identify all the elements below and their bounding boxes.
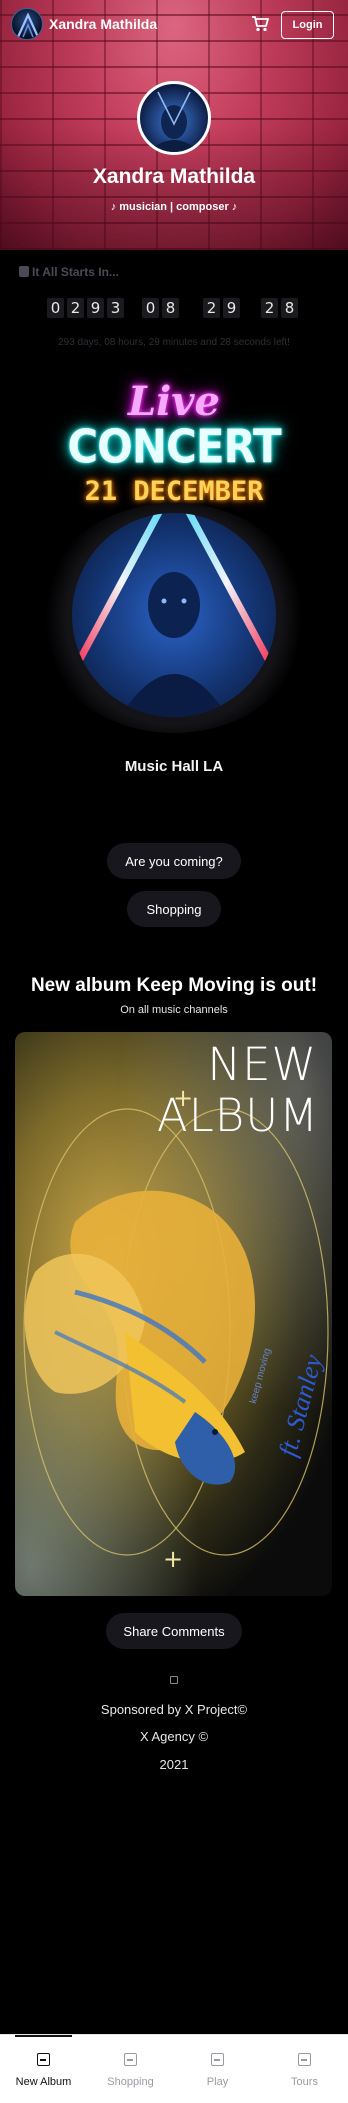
poster-live-text: Live [127,378,220,425]
countdown-digit: 3 [107,298,124,318]
cart-icon[interactable] [251,16,269,32]
hero-banner: Xandra Mathilda Login Xandra Mathilda ♪ … [0,0,348,250]
play-icon [211,2053,224,2066]
footer-sponsor: Sponsored by X Project© [100,1702,248,1717]
footer-year: 2021 [159,1757,189,1772]
shopping-button[interactable]: Shopping [127,891,221,927]
album-cover: + + NEW ALBUM keep moving ft. Stanley [15,1032,332,1596]
footer-agency: X Agency © [139,1729,209,1744]
countdown-digit: 8 [162,298,179,318]
countdown-digit: 0 [47,298,64,318]
poster-concert-text: CONCERT [67,419,281,474]
concert-poster: Live CONCERT 21 DECEMBER [34,368,314,733]
countdown-title: It All Starts In... [19,265,119,279]
nav-item-tours[interactable]: Tours [261,2035,348,2103]
artist-name: Xandra Mathilda [92,165,256,188]
nav-label: Shopping [107,2076,154,2088]
album-icon [37,2053,50,2066]
cover-new-text: NEW [207,1038,317,1091]
countdown-title-text: It All Starts In... [32,265,119,279]
cover-album-text: ALBUM [156,1089,319,1142]
top-bar: Xandra Mathilda Login [0,0,348,50]
countdown-digits: 0 2 9 3 0 8 2 9 2 8 [0,298,348,318]
svg-text:+: + [163,1545,183,1573]
artist-role: ♪ musician | composer ♪ [110,201,238,213]
login-button[interactable]: Login [281,11,334,39]
poster-portrait [72,513,276,717]
are-you-coming-button[interactable]: Are you coming? [107,843,241,879]
share-comments-button[interactable]: Share Comments [106,1613,242,1649]
shopping-icon [124,2053,137,2066]
countdown-digit: 2 [261,298,278,318]
artist-logo-icon[interactable] [11,8,43,40]
active-indicator [15,2035,72,2037]
concert-venue: Music Hall LA [124,758,224,775]
countdown-digit: 2 [67,298,84,318]
nav-label: Play [206,2076,229,2088]
nav-item-play[interactable]: Play [174,2035,261,2103]
nav-item-shopping[interactable]: Shopping [87,2035,174,2103]
countdown-digit: 8 [281,298,298,318]
countdown-digit: 9 [87,298,104,318]
hourglass-icon [19,266,29,277]
countdown-digit: 2 [203,298,220,318]
brand-name[interactable]: Xandra Mathilda [49,16,157,32]
nav-item-new-album[interactable]: New Album [0,2035,87,2103]
avatar [137,81,211,155]
album-title: New album Keep Moving is out! [30,975,318,996]
tours-icon [298,2053,311,2066]
nav-label: Tours [291,2076,318,2088]
nav-label: New Album [15,2076,72,2088]
countdown-digit: 9 [223,298,240,318]
countdown-text: 293 days, 08 hours, 29 minutes and 28 se… [58,337,290,348]
music-note-icon [170,1676,178,1684]
bottom-nav: New Album Shopping Play Tours [0,2034,348,2103]
album-subtitle: On all music channels [120,1004,228,1016]
countdown-digit: 0 [142,298,159,318]
